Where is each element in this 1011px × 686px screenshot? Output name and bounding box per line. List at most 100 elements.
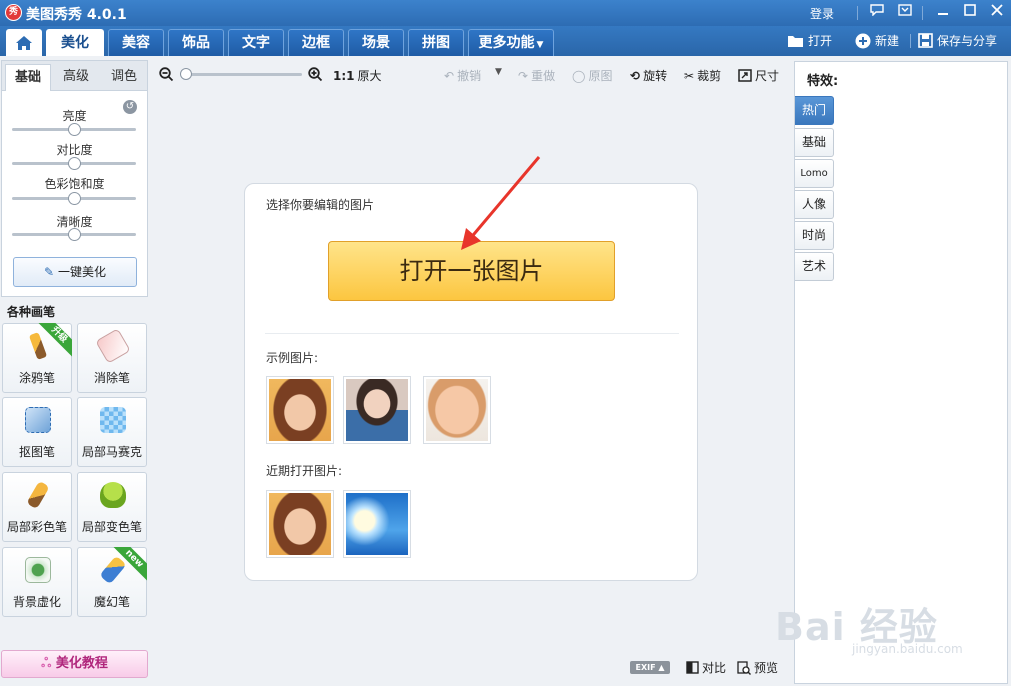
app-logo-icon: 秀	[5, 4, 22, 21]
one-key-beautify-button[interactable]: ✎ 一键美化	[13, 257, 137, 287]
zoom-in-icon[interactable]	[308, 67, 323, 82]
mosaic-brush-button[interactable]: 局部马赛克	[77, 397, 147, 467]
home-tab[interactable]	[6, 29, 42, 56]
preview-icon	[737, 660, 751, 675]
effects-tab-fashion[interactable]: 时尚	[795, 221, 834, 250]
slider-handle[interactable]	[68, 192, 81, 205]
eraser-brush-button[interactable]: 消除笔	[77, 323, 147, 393]
color-brush-button[interactable]: 局部彩色笔	[2, 472, 72, 542]
minimize-icon[interactable]	[932, 3, 954, 22]
undo-history-dropdown[interactable]: ▼	[495, 67, 502, 77]
recent-label: 近期打开图片:	[266, 464, 343, 478]
example-image-1[interactable]	[266, 376, 334, 444]
open-label: 打开	[808, 34, 833, 48]
eraser-brush-label: 消除笔	[93, 371, 130, 385]
menu-icon[interactable]	[894, 3, 916, 22]
example-image-3[interactable]	[423, 376, 491, 444]
example-image-2[interactable]	[343, 376, 411, 444]
brightness-slider[interactable]	[12, 123, 136, 136]
slider-handle[interactable]	[68, 123, 81, 136]
slider-handle[interactable]	[68, 228, 81, 241]
tab-makeup[interactable]: 美容	[108, 29, 164, 56]
new-badge: new	[113, 547, 147, 581]
effects-tab-basic[interactable]: 基础	[795, 128, 834, 157]
redo-icon: ↷	[518, 68, 529, 83]
new-label: 新建	[875, 34, 900, 48]
zoom-slider[interactable]	[180, 68, 302, 80]
magic-brush-label: 魔幻笔	[93, 595, 130, 609]
undo-button[interactable]: ↶ 撤销	[444, 67, 481, 84]
rotate-icon: ⟲	[630, 68, 641, 83]
tab-collage[interactable]: 拼图	[408, 29, 464, 56]
original-image-icon: ◯	[572, 68, 586, 83]
cutout-brush-button[interactable]: 抠图笔	[2, 397, 72, 467]
background-blur-button[interactable]: 背景虚化	[2, 547, 72, 617]
magic-brush-button[interactable]: 魔幻笔 new	[77, 547, 147, 617]
saturation-label: 色彩饱和度	[44, 177, 105, 191]
sharpness-slider[interactable]	[12, 228, 136, 241]
doodle-brush-button[interactable]: 涂鸦笔 升级	[2, 323, 72, 393]
paint-bucket-icon	[100, 482, 126, 508]
original-size-label: 原大	[357, 69, 382, 83]
slider-handle[interactable]	[68, 157, 81, 170]
brightness-label: 亮度	[62, 109, 87, 123]
paintbrush-icon	[26, 480, 50, 510]
zoom-slider-handle[interactable]	[180, 68, 192, 80]
tab-accessories[interactable]: 饰品	[168, 29, 224, 56]
subtab-advanced[interactable]: 高级	[53, 64, 99, 91]
exif-button[interactable]: EXIF ▲	[630, 661, 670, 674]
rotate-label: 旋转	[643, 69, 668, 83]
feedback-icon[interactable]	[866, 3, 888, 22]
original-size-button[interactable]: 1:1 原大	[333, 67, 382, 84]
chevron-down-icon: ▼	[536, 40, 544, 50]
recent-image-2[interactable]	[343, 490, 411, 558]
crop-label: 裁剪	[697, 69, 722, 83]
divider	[922, 6, 923, 20]
recent-image-1[interactable]	[266, 490, 334, 558]
tab-scenes[interactable]: 场景	[348, 29, 404, 56]
subtab-basic[interactable]: 基础	[5, 64, 51, 91]
zoom-out-icon[interactable]	[159, 67, 174, 82]
tab-beautify[interactable]: 美化	[46, 29, 104, 56]
compare-button[interactable]: 对比	[686, 659, 726, 676]
contrast-slider[interactable]	[12, 157, 136, 170]
rotate-button[interactable]: ⟲ 旋转	[630, 67, 667, 84]
beautify-tutorial-button[interactable]: ஃ 美化教程	[1, 650, 148, 678]
new-button[interactable]: 新建	[855, 32, 899, 49]
effects-tab-hot[interactable]: 热门	[795, 96, 834, 125]
effects-panel: 特效: 热门 基础 Lomo 人像 时尚 艺术	[794, 61, 1008, 684]
resize-button[interactable]: 尺寸	[738, 67, 779, 84]
main-tab-bar: 美化 美容 饰品 文字 边框 场景 拼图 更多功能 ▼ 打开 新建 保存与分享	[0, 26, 1011, 56]
adjust-subtabs: 基础 高级 调色	[2, 61, 147, 91]
maximize-icon[interactable]	[959, 3, 981, 22]
exif-label: EXIF	[635, 663, 656, 672]
mosaic-icon	[100, 407, 126, 433]
resize-label: 尺寸	[755, 69, 780, 83]
open-button[interactable]: 打开	[787, 32, 832, 49]
upgrade-badge: 升级	[38, 323, 72, 357]
divider	[910, 34, 911, 48]
tab-more-features[interactable]: 更多功能 ▼	[468, 29, 554, 56]
redo-button[interactable]: ↷ 重做	[518, 67, 555, 84]
tab-text[interactable]: 文字	[228, 29, 284, 56]
subtab-color[interactable]: 调色	[101, 64, 147, 91]
tab-frames[interactable]: 边框	[288, 29, 344, 56]
recolor-brush-button[interactable]: 局部变色笔	[77, 472, 147, 542]
annotation-arrow-icon	[461, 156, 541, 250]
scissors-icon: ✂	[684, 68, 695, 83]
login-link[interactable]: 登录	[810, 5, 834, 22]
preview-button[interactable]: 预览	[737, 659, 778, 676]
original-image-button[interactable]: ◯ 原图	[572, 67, 612, 84]
effects-tab-lomo[interactable]: Lomo	[795, 159, 834, 188]
choose-image-prompt: 选择你要编辑的图片	[266, 198, 375, 212]
saturation-slider[interactable]	[12, 192, 136, 205]
effects-tab-art[interactable]: 艺术	[795, 252, 834, 281]
compare-icon	[686, 661, 699, 674]
one-key-label: 一键美化	[57, 265, 106, 279]
crop-button[interactable]: ✂ 裁剪	[684, 67, 721, 84]
effects-tab-portrait[interactable]: 人像	[795, 190, 834, 219]
blur-icon	[25, 557, 51, 583]
close-icon[interactable]	[986, 3, 1008, 22]
effects-title: 特效:	[807, 74, 839, 89]
save-share-button[interactable]: 保存与分享	[918, 32, 997, 49]
